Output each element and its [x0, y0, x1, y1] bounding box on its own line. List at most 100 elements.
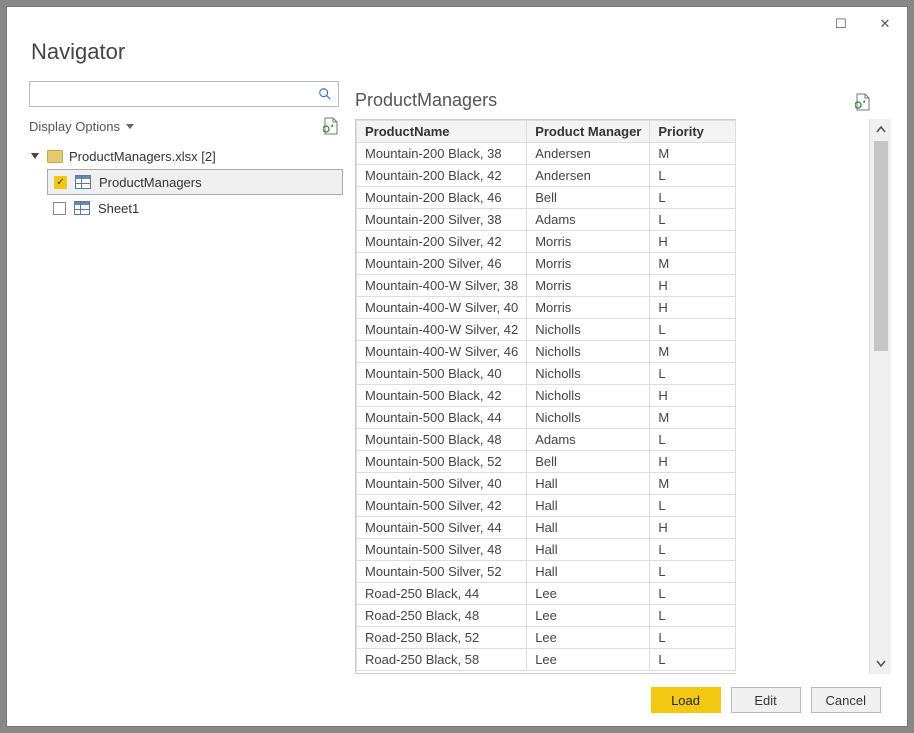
- table-row[interactable]: Mountain-500 Silver, 40HallM: [357, 473, 736, 495]
- table-cell: Mountain-500 Silver, 44: [357, 517, 527, 539]
- chevron-down-icon: [126, 124, 134, 129]
- table-cell: Lee: [527, 627, 650, 649]
- vertical-scrollbar[interactable]: [869, 119, 891, 674]
- table-cell: Nicholls: [527, 319, 650, 341]
- table-row[interactable]: Mountain-500 Black, 42NichollsH: [357, 385, 736, 407]
- preview-title: ProductManagers: [355, 90, 497, 111]
- table-cell: M: [650, 407, 736, 429]
- table-cell: Mountain-200 Silver, 42: [357, 231, 527, 253]
- table-cell: Bell: [527, 187, 650, 209]
- table-row[interactable]: Mountain-200 Silver, 38AdamsL: [357, 209, 736, 231]
- table-row[interactable]: Mountain-200 Black, 38AndersenM: [357, 143, 736, 165]
- table-icon: [74, 201, 90, 215]
- table-cell: Andersen: [527, 165, 650, 187]
- table-cell: Road-250 Black, 48: [357, 605, 527, 627]
- restore-button[interactable]: ☐: [827, 12, 855, 34]
- table-cell: M: [650, 473, 736, 495]
- table-cell: Lee: [527, 649, 650, 671]
- table-cell: Mountain-200 Black, 42: [357, 165, 527, 187]
- table-cell: Adams: [527, 209, 650, 231]
- load-button[interactable]: Load: [651, 687, 721, 713]
- table-cell: L: [650, 187, 736, 209]
- table-cell: Mountain-500 Black, 40: [357, 363, 527, 385]
- search-icon[interactable]: [318, 87, 332, 101]
- table-row[interactable]: Road-250 Black, 52LeeL: [357, 627, 736, 649]
- table-row[interactable]: Mountain-500 Silver, 44HallH: [357, 517, 736, 539]
- table-cell: Morris: [527, 253, 650, 275]
- table-row[interactable]: Mountain-400-W Silver, 42NichollsL: [357, 319, 736, 341]
- table-row[interactable]: Mountain-500 Silver, 48HallL: [357, 539, 736, 561]
- edit-button[interactable]: Edit: [731, 687, 801, 713]
- table-cell: H: [650, 385, 736, 407]
- table-cell: Lee: [527, 583, 650, 605]
- table-cell: Road-250 Black, 52: [357, 627, 527, 649]
- table-row[interactable]: Road-250 Black, 44LeeL: [357, 583, 736, 605]
- table-cell: L: [650, 605, 736, 627]
- scroll-down-button[interactable]: [870, 652, 892, 674]
- search-input[interactable]: [36, 87, 318, 102]
- table-cell: L: [650, 627, 736, 649]
- table-cell: Mountain-400-W Silver, 42: [357, 319, 527, 341]
- table-row[interactable]: Mountain-500 Silver, 42HallL: [357, 495, 736, 517]
- tree-item-sheet1[interactable]: Sheet1: [47, 195, 355, 221]
- scrollbar-thumb[interactable]: [874, 141, 888, 351]
- table-cell: Andersen: [527, 143, 650, 165]
- table-cell: L: [650, 539, 736, 561]
- tree-item-productmanagers[interactable]: ✓ ProductManagers: [47, 169, 343, 195]
- dialog-title: Navigator: [31, 39, 907, 65]
- table-cell: Mountain-500 Black, 42: [357, 385, 527, 407]
- refresh-data-icon[interactable]: [855, 93, 871, 111]
- table-row[interactable]: Mountain-200 Silver, 46MorrisM: [357, 253, 736, 275]
- table-row[interactable]: Mountain-500 Black, 40NichollsL: [357, 363, 736, 385]
- table-row[interactable]: Road-250 Black, 48LeeL: [357, 605, 736, 627]
- search-box[interactable]: [29, 81, 339, 107]
- file-label: ProductManagers.xlsx [2]: [69, 149, 216, 164]
- table-cell: Hall: [527, 473, 650, 495]
- table-cell: M: [650, 143, 736, 165]
- cancel-button[interactable]: Cancel: [811, 687, 881, 713]
- preview-grid: ProductNameProduct ManagerPriorityMounta…: [355, 119, 736, 674]
- table-cell: Hall: [527, 561, 650, 583]
- tree-item-label: Sheet1: [98, 201, 139, 216]
- table-row[interactable]: Mountain-500 Silver, 52HallL: [357, 561, 736, 583]
- table-cell: Mountain-500 Silver, 48: [357, 539, 527, 561]
- close-button[interactable]: ✕: [871, 12, 899, 34]
- refresh-preview-icon[interactable]: [323, 117, 339, 135]
- column-header[interactable]: Priority: [650, 121, 736, 143]
- table-row[interactable]: Mountain-200 Silver, 42MorrisH: [357, 231, 736, 253]
- column-header[interactable]: ProductName: [357, 121, 527, 143]
- table-cell: Morris: [527, 297, 650, 319]
- table-cell: Mountain-200 Silver, 46: [357, 253, 527, 275]
- table-cell: Adams: [527, 429, 650, 451]
- table-row[interactable]: Road-250 Black, 58LeeL: [357, 649, 736, 671]
- tree-item-label: ProductManagers: [99, 175, 202, 190]
- table-cell: Mountain-400-W Silver, 38: [357, 275, 527, 297]
- table-row[interactable]: Mountain-200 Black, 42AndersenL: [357, 165, 736, 187]
- display-options-dropdown[interactable]: Display Options: [29, 119, 134, 134]
- table-row[interactable]: Mountain-400-W Silver, 40MorrisH: [357, 297, 736, 319]
- tree-file-node[interactable]: ProductManagers.xlsx [2]: [29, 143, 355, 169]
- table-cell: L: [650, 649, 736, 671]
- table-row[interactable]: Mountain-500 Black, 52BellH: [357, 451, 736, 473]
- table-cell: Hall: [527, 517, 650, 539]
- table-cell: Mountain-200 Black, 38: [357, 143, 527, 165]
- expand-arrow-icon[interactable]: [31, 153, 39, 159]
- table-cell: Morris: [527, 275, 650, 297]
- table-row[interactable]: Mountain-200 Black, 46BellL: [357, 187, 736, 209]
- table-cell: Road-250 Black, 58: [357, 649, 527, 671]
- table-cell: Road-250 Black, 44: [357, 583, 527, 605]
- table-cell: Mountain-400-W Silver, 40: [357, 297, 527, 319]
- table-row[interactable]: Mountain-400-W Silver, 38MorrisH: [357, 275, 736, 297]
- checkbox[interactable]: [53, 202, 66, 215]
- table-row[interactable]: Mountain-400-W Silver, 46NichollsM: [357, 341, 736, 363]
- column-header[interactable]: Product Manager: [527, 121, 650, 143]
- table-icon: [75, 175, 91, 189]
- table-cell: Mountain-400-W Silver, 46: [357, 341, 527, 363]
- table-cell: L: [650, 561, 736, 583]
- scroll-up-button[interactable]: [870, 119, 892, 141]
- checkbox[interactable]: ✓: [54, 176, 67, 189]
- table-row[interactable]: Mountain-500 Black, 48AdamsL: [357, 429, 736, 451]
- table-cell: L: [650, 165, 736, 187]
- table-row[interactable]: Mountain-500 Black, 44NichollsM: [357, 407, 736, 429]
- navigator-pane: Display Options ProductManagers.xlsx [2]…: [7, 81, 355, 674]
